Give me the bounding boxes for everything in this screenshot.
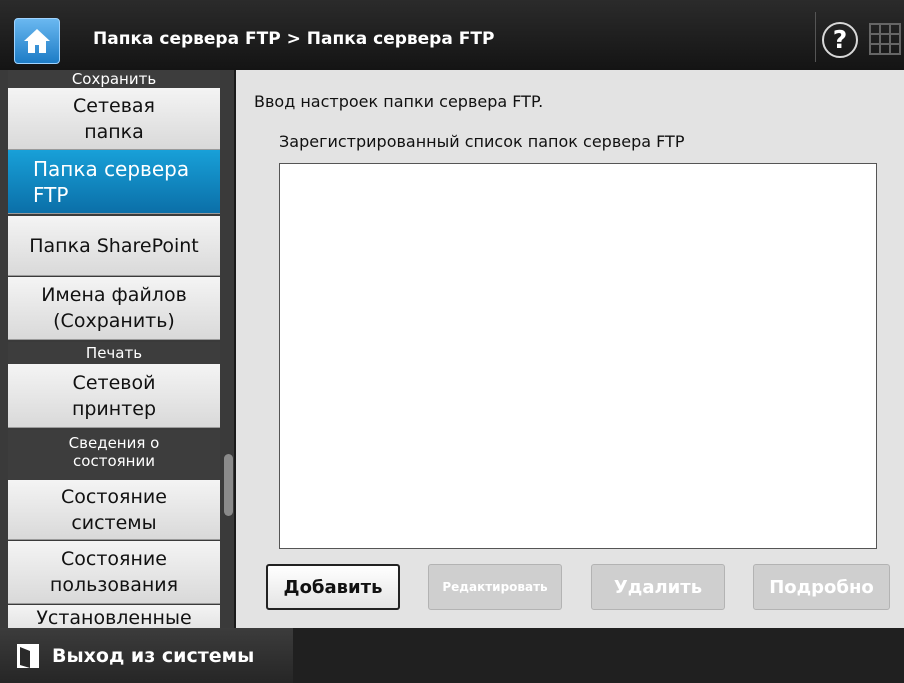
sidebar: Сохранить Сетевая папка Папка сервера FT… (0, 70, 234, 628)
home-button[interactable] (14, 18, 60, 64)
logout-label: Выход из системы (52, 644, 255, 667)
sidebar-item-installed[interactable]: Установленные (8, 605, 220, 628)
footer-bar: Выход из системы (0, 628, 904, 683)
sidebar-item-label: Папка SharePoint (29, 234, 199, 257)
sidebar-item-label: Сетевая папка (73, 94, 155, 143)
ftp-folder-list[interactable] (279, 163, 877, 549)
header-bar: Папка сервера FTP > Папка сервера FTP ? (0, 0, 904, 70)
sidebar-item-label: Состояние пользования (49, 548, 179, 596)
sidebar-item-sharepoint-folder[interactable]: Папка SharePoint (8, 216, 220, 276)
details-button[interactable]: Подробно (753, 564, 890, 610)
logout-door-icon (17, 643, 39, 668)
keyboard-icon[interactable] (868, 22, 902, 56)
help-icon: ? (832, 25, 848, 54)
main-panel: Ввод настроек папки сервера FTP. Зарегис… (236, 70, 904, 628)
sidebar-item-usage-status[interactable]: Состояние пользования (8, 541, 220, 604)
ftp-folder-list-label: Зарегистрированный список папок сервера … (279, 132, 685, 151)
edit-button[interactable]: Редактировать (428, 564, 562, 610)
logout-button[interactable]: Выход из системы (0, 628, 293, 683)
sidebar-item-label: Имена файлов (Сохранить) (41, 284, 187, 332)
sidebar-item-label: Установленные (36, 607, 192, 628)
sidebar-item-network-folder[interactable]: Сетевая папка (8, 88, 220, 150)
sidebar-item-label: Состояние системы (61, 485, 167, 534)
add-button[interactable]: Добавить (266, 564, 400, 610)
sidebar-item-file-names[interactable]: Имена файлов (Сохранить) (8, 277, 220, 340)
section-save: Сохранить (8, 70, 220, 88)
header-divider (815, 12, 816, 62)
section-print: Печать (8, 342, 220, 364)
sidebar-scrollbar[interactable] (224, 454, 233, 516)
delete-button[interactable]: Удалить (591, 564, 725, 610)
help-button[interactable]: ? (822, 22, 858, 58)
sidebar-item-label: Сетевой принтер (71, 371, 157, 420)
section-status: Сведения о состоянии (8, 430, 220, 484)
sidebar-item-network-printer[interactable]: Сетевой принтер (8, 364, 220, 428)
page-instruction: Ввод настроек папки сервера FTP. (254, 92, 544, 111)
breadcrumb: Папка сервера FTP > Папка сервера FTP (93, 29, 495, 49)
home-icon (24, 29, 50, 53)
sidebar-item-system-status[interactable]: Состояние системы (8, 480, 220, 540)
sidebar-item-ftp-folder[interactable]: Папка сервера FTP (8, 150, 220, 214)
sidebar-item-label: Папка сервера FTP (33, 156, 190, 207)
